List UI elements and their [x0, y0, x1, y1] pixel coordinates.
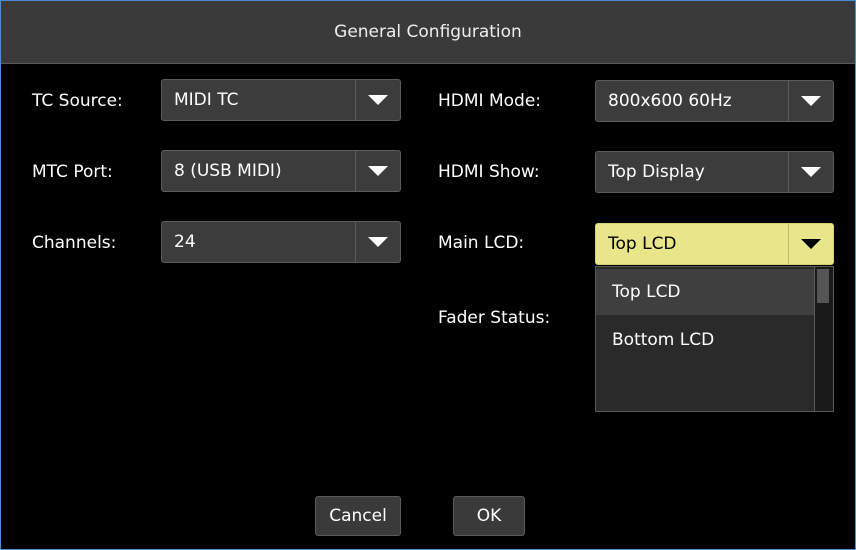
- hdmi-mode-select[interactable]: 800x600 60Hz: [595, 80, 834, 122]
- chevron-down-icon: [801, 96, 821, 106]
- hdmi-show-select[interactable]: Top Display: [595, 151, 834, 193]
- hdmi-mode-value: 800x600 60Hz: [608, 91, 732, 111]
- mtc-port-dropdown-button[interactable]: [355, 151, 400, 191]
- cancel-button[interactable]: Cancel: [315, 496, 401, 536]
- tc-source-select[interactable]: MIDI TC: [161, 79, 401, 121]
- ok-button[interactable]: OK: [453, 496, 525, 536]
- chevron-down-icon: [368, 237, 388, 247]
- scrollbar-thumb[interactable]: [817, 269, 829, 303]
- chevron-down-icon: [801, 239, 821, 249]
- dropdown-scrollbar[interactable]: [814, 267, 833, 411]
- mtc-port-select[interactable]: 8 (USB MIDI): [161, 150, 401, 192]
- tc-source-label: TC Source:: [32, 91, 123, 111]
- hdmi-show-value: Top Display: [608, 162, 705, 182]
- chevron-down-icon: [368, 166, 388, 176]
- hdmi-show-dropdown-button[interactable]: [788, 152, 833, 192]
- main-lcd-select[interactable]: Top LCD: [595, 223, 834, 265]
- hdmi-show-label: HDMI Show:: [438, 162, 540, 182]
- mtc-port-label: MTC Port:: [32, 162, 113, 182]
- dropdown-option-top-lcd[interactable]: Top LCD: [596, 269, 815, 315]
- main-lcd-dropdown-list: Top LCD Bottom LCD: [595, 266, 834, 412]
- chevron-down-icon: [368, 95, 388, 105]
- channels-value: 24: [174, 232, 196, 252]
- fader-status-label: Fader Status:: [438, 308, 551, 328]
- hdmi-mode-label: HDMI Mode:: [438, 91, 542, 111]
- hdmi-mode-dropdown-button[interactable]: [788, 81, 833, 121]
- chevron-down-icon: [801, 167, 821, 177]
- main-lcd-label: Main LCD:: [438, 233, 525, 253]
- channels-label: Channels:: [32, 233, 117, 253]
- tc-source-value: MIDI TC: [174, 90, 239, 110]
- channels-dropdown-button[interactable]: [355, 222, 400, 262]
- main-lcd-dropdown-button[interactable]: [788, 224, 833, 264]
- tc-source-dropdown-button[interactable]: [355, 80, 400, 120]
- dialog-title: General Configuration: [1, 1, 855, 64]
- dropdown-option-bottom-lcd[interactable]: Bottom LCD: [596, 317, 815, 363]
- general-configuration-dialog: General Configuration TC Source: MIDI TC…: [0, 0, 856, 550]
- channels-select[interactable]: 24: [161, 221, 401, 263]
- mtc-port-value: 8 (USB MIDI): [174, 161, 282, 181]
- main-lcd-value: Top LCD: [608, 234, 677, 254]
